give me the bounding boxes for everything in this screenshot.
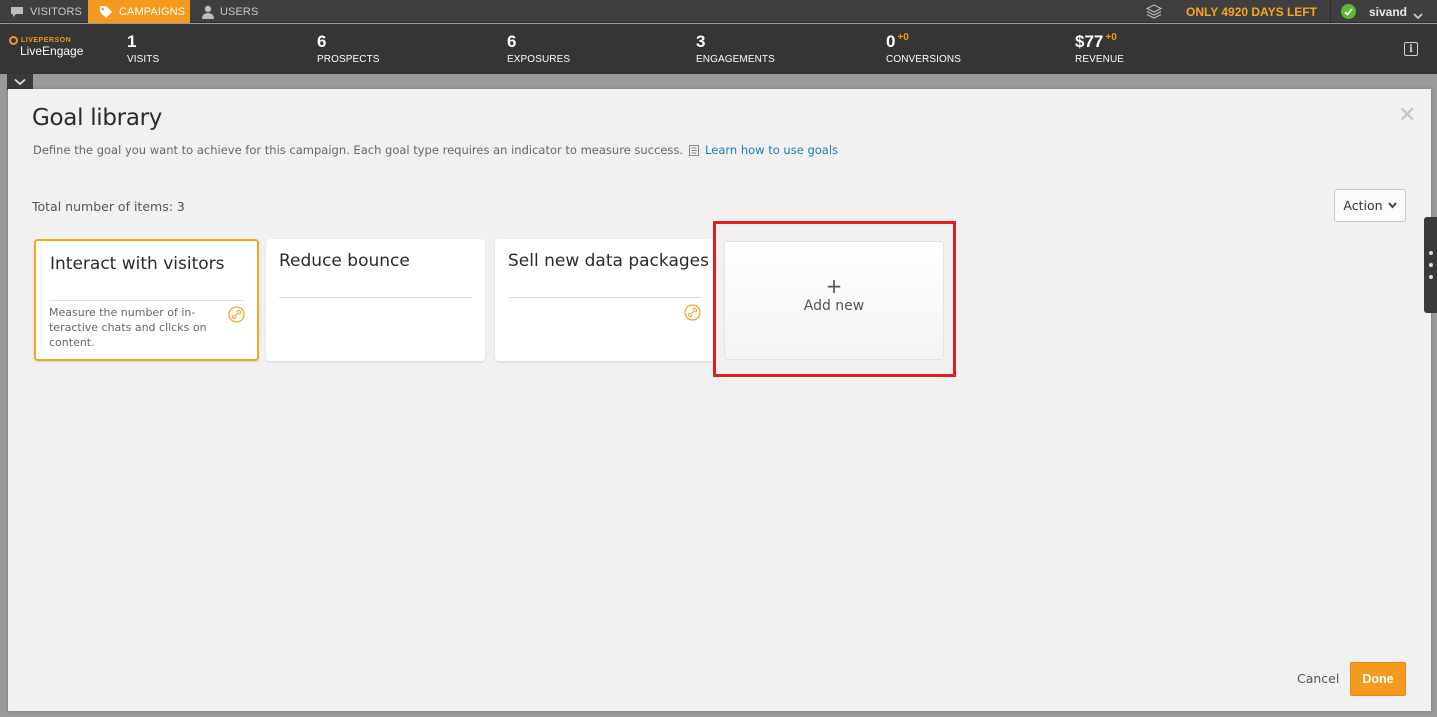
tab-users[interactable]: USERS xyxy=(190,0,270,23)
online-status-icon xyxy=(1341,4,1356,19)
trial-days-left: ONLY 4920 DAYS LEFT xyxy=(1186,5,1317,19)
goal-card-title: Sell new data packages xyxy=(508,251,709,271)
dialog-description: Define the goal you want to achieve for … xyxy=(33,143,838,157)
collapse-stats-button[interactable] xyxy=(7,74,33,90)
chevron-down-icon xyxy=(14,78,26,86)
stat-label: CONVERSIONS xyxy=(886,54,962,65)
chevron-down-icon[interactable] xyxy=(1413,7,1423,25)
divider xyxy=(1330,0,1331,23)
layers-icon[interactable] xyxy=(1145,4,1163,24)
action-dropdown-button[interactable]: Action xyxy=(1334,189,1406,222)
goal-card-title: Interact with visitors xyxy=(50,254,225,274)
dialog-title: Goal library xyxy=(32,105,163,131)
username[interactable]: sivand xyxy=(1369,5,1407,19)
stat-delta: +0 xyxy=(897,32,909,43)
user-icon xyxy=(202,5,214,19)
stat-delta: +0 xyxy=(1105,32,1117,43)
cancel-button[interactable]: Cancel xyxy=(1297,671,1339,686)
stat-conversions: 0 +0 CONVERSIONS xyxy=(886,32,961,65)
stat-value: 0 xyxy=(886,32,896,51)
stats-bar: LIVEPERSON LiveEngage 1 VISITS 6 PROSPEC… xyxy=(0,24,1437,74)
tab-campaigns-label: CAMPAIGNS xyxy=(119,5,186,18)
stat-label: VISITS xyxy=(127,54,160,65)
tab-campaigns[interactable]: CAMPAIGNS xyxy=(88,0,190,23)
goal-library-dialog: Goal library ✕ Define the goal you want … xyxy=(8,89,1431,711)
top-navigation-bar: VISITORS CAMPAIGNS USERS ONLY 4920 DAYS … xyxy=(0,0,1437,23)
link-icon[interactable] xyxy=(228,306,245,328)
add-new-goal-button[interactable]: + Add new xyxy=(724,241,944,360)
tag-icon xyxy=(99,5,113,19)
liveengage-logo: LIVEPERSON LiveEngage xyxy=(9,36,83,58)
side-panel-handle[interactable] xyxy=(1424,217,1437,313)
stat-engagements: 3 ENGAGEMENTS xyxy=(696,32,775,65)
liveperson-logo-icon xyxy=(9,36,18,45)
info-icon[interactable]: i xyxy=(1404,42,1418,56)
stat-value: 3 xyxy=(696,32,706,51)
description-text: Define the goal you want to achieve for … xyxy=(33,143,684,157)
goal-card-description: Measure the number of in-teractive chats… xyxy=(49,306,207,349)
done-button[interactable]: Done xyxy=(1350,662,1406,696)
goal-card-sell-new-data-packages[interactable]: Sell new data packages xyxy=(495,239,714,361)
brand-name: LiveEngage xyxy=(20,44,84,58)
link-icon[interactable] xyxy=(684,304,701,326)
stat-value: 1 xyxy=(127,32,137,51)
tab-visitors-label: VISITORS xyxy=(30,5,82,18)
close-icon[interactable]: ✕ xyxy=(1398,104,1416,126)
chevron-down-icon xyxy=(1387,202,1397,209)
stat-exposures: 6 EXPOSURES xyxy=(507,32,570,65)
goal-card-title: Reduce bounce xyxy=(279,251,410,271)
stat-label: EXPOSURES xyxy=(507,54,571,65)
stat-visits: 1 VISITS xyxy=(127,32,159,65)
plus-icon: + xyxy=(825,274,843,298)
handle-dot xyxy=(1429,275,1433,279)
document-icon xyxy=(689,144,700,156)
stat-value: 6 xyxy=(317,32,327,51)
stat-value: $77 xyxy=(1075,32,1104,51)
goal-card-interact-with-visitors[interactable]: Interact with visitors Measure the numbe… xyxy=(34,239,259,361)
chat-bubble-icon xyxy=(10,6,24,18)
card-divider xyxy=(49,300,244,301)
stat-label: PROSPECTS xyxy=(317,54,380,65)
add-new-label: Add new xyxy=(803,298,865,314)
action-label: Action xyxy=(1343,198,1383,213)
stat-label: REVENUE xyxy=(1075,54,1125,65)
handle-dot xyxy=(1429,251,1433,255)
stat-value: 6 xyxy=(507,32,517,51)
tab-visitors[interactable]: VISITORS xyxy=(0,0,88,23)
card-divider xyxy=(508,297,701,298)
stat-prospects: 6 PROSPECTS xyxy=(317,32,380,65)
handle-dot xyxy=(1429,263,1433,267)
brand-small: LIVEPERSON xyxy=(21,37,72,44)
total-items-count: Total number of items: 3 xyxy=(32,199,185,214)
card-divider xyxy=(279,297,472,298)
learn-goals-link[interactable]: Learn how to use goals xyxy=(705,143,838,157)
goal-card-reduce-bounce[interactable]: Reduce bounce xyxy=(266,239,485,361)
stat-revenue: $77 +0 REVENUE xyxy=(1075,32,1124,65)
tab-users-label: USERS xyxy=(220,5,259,18)
stat-label: ENGAGEMENTS xyxy=(696,54,775,65)
